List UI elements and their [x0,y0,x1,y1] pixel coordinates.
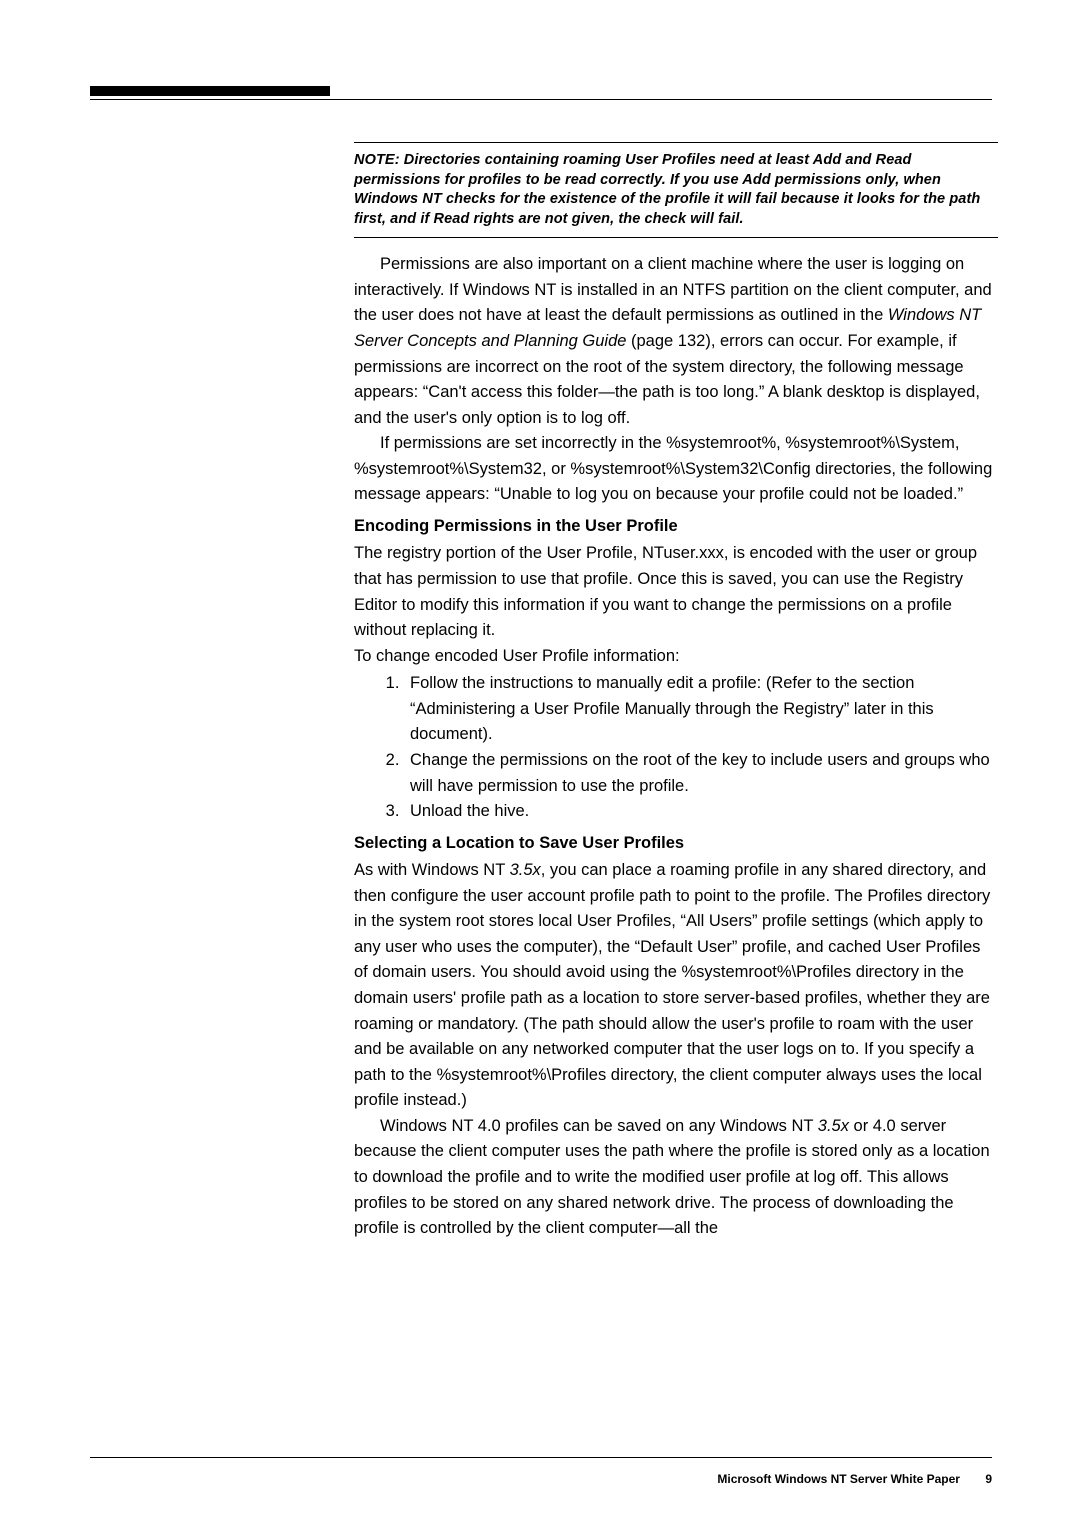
list-item: Change the permissions on the root of th… [404,748,998,799]
list-item: Follow the instructions to manually edit… [404,671,998,748]
reference-italic: 3.5x [510,861,541,879]
paragraph-nt40-profiles: Windows NT 4.0 profiles can be saved on … [354,1114,998,1242]
paragraph-to-change: To change encoded User Profile informati… [354,644,998,670]
text-run: , you can place a roaming profile in any… [354,861,990,1109]
note-label: NOTE [354,152,395,168]
paragraph-registry-portion: The registry portion of the User Profile… [354,541,998,643]
list-item: Unload the hive. [404,799,998,825]
reference-italic: 3.5x [818,1117,849,1135]
header-rule [90,99,992,100]
text-run: Windows NT 4.0 profiles can be saved on … [380,1117,818,1135]
ordered-steps-list: Follow the instructions to manually edit… [354,671,998,824]
paragraph-permissions-systemroot: If permissions are set incorrectly in th… [354,431,998,508]
note-rule-bottom [354,237,998,238]
heading-encoding-permissions: Encoding Permissions in the User Profile [354,514,998,540]
paragraph-as-with-nt: As with Windows NT 3.5x, you can place a… [354,858,998,1114]
header-accent-bar [90,86,330,96]
page: NOTE: Directories containing roaming Use… [0,0,1080,1528]
paragraph-permissions-client: Permissions are also important on a clie… [354,252,998,431]
note-rule-top [354,142,998,143]
note-block: NOTE: Directories containing roaming Use… [354,151,998,229]
heading-selecting-location: Selecting a Location to Save User Profil… [354,831,998,857]
content-column: NOTE: Directories containing roaming Use… [354,142,998,1242]
footer: Microsoft Windows NT Server White Paper … [717,1472,992,1486]
footer-rule [90,1457,992,1458]
note-body: : Directories containing roaming User Pr… [354,152,980,227]
text-run: As with Windows NT [354,861,510,879]
body-text: Permissions are also important on a clie… [354,252,998,1241]
page-number: 9 [985,1472,992,1486]
footer-title: Microsoft Windows NT Server White Paper [717,1472,960,1486]
